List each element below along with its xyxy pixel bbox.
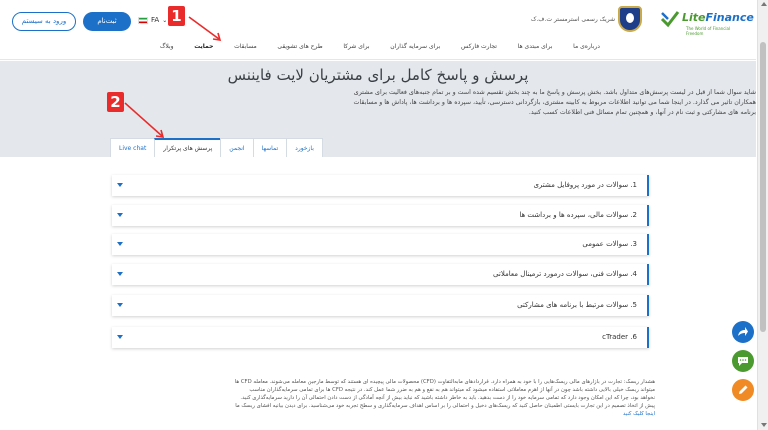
share-button[interactable]	[732, 321, 754, 343]
chat-button[interactable]	[732, 350, 754, 372]
nav-item-forex[interactable]: تجارت فارکس	[461, 43, 497, 50]
hero-description-line: شاید سوال شما از قبل در لیست پرسش‌های مت…	[353, 89, 756, 96]
faq-item[interactable]: 6. cTrader	[112, 327, 649, 348]
edit-button[interactable]	[732, 379, 754, 401]
annotation-arrow-2	[124, 102, 165, 138]
logo-wordmark: LiteFinance	[682, 11, 754, 24]
share-icon	[738, 327, 748, 336]
faq-item-label: 4. سوالات فنی، سوالات درمورد ترمینال معا…	[493, 270, 637, 278]
scroll-up-icon[interactable]	[761, 2, 767, 6]
risk-disclosure-link[interactable]: اینجا کلیک کنید	[110, 410, 655, 418]
club-crest-icon	[618, 6, 642, 32]
iran-flag-icon	[138, 16, 148, 24]
tab-feedback[interactable]: بازخورد	[286, 138, 323, 157]
chevron-down-icon	[117, 242, 123, 246]
nav-item-support[interactable]: حمایت	[194, 43, 213, 50]
hero-description: شاید سوال شما از قبل در لیست پرسش‌های مت…	[168, 88, 756, 118]
nav-item-partners[interactable]: برای شرکا	[343, 43, 369, 50]
scroll-thumb[interactable]	[760, 42, 766, 332]
tab-live-chat[interactable]: Live chat	[110, 138, 156, 157]
main-nav: درباره‌ی ما برای مبتدی ها تجارت فارکس بر…	[160, 43, 600, 50]
risk-warning-line: نخواهد بود، چرا که این امکان وجود دارد ک…	[240, 395, 655, 401]
risk-warning-line: میتواند ریسک خیلی بالایی داشته باشد چون …	[249, 387, 655, 393]
faq-item-label: 6. cTrader	[602, 333, 637, 341]
support-tabs: Live chat پرسش های پرتکرار انجمن تماسها …	[110, 138, 323, 157]
scroll-down-icon[interactable]	[761, 423, 767, 427]
annotation-arrow-1	[188, 16, 222, 41]
page-title: پرسش و پاسخ کامل برای مشتریان لایت فاینن…	[227, 66, 529, 84]
partner-text: شریک رسمی استرمستر ت.ف.ک	[531, 16, 616, 23]
site-header: ورود به سیستم ثبت‌نام FA ⌄ شریک رسمی است…	[0, 0, 756, 60]
hero-description-line: همکاران تاثیر می گذارد. در اینجا شما می …	[353, 99, 756, 106]
nav-item-contests[interactable]: مسابقات	[234, 43, 257, 50]
signin-button[interactable]: ورود به سیستم	[12, 12, 76, 31]
hero-description-line: برنامه های مشارکتی و ثبت نام در آنها، و …	[528, 109, 756, 116]
faq-item-label: 5. سوالات مرتبط با برنامه های مشارکتی	[517, 301, 637, 309]
faq-item[interactable]: 2. سوالات مالی، سپرده ها و برداشت ها	[112, 205, 649, 226]
logo-word-1: Lite	[682, 11, 706, 24]
faq-item[interactable]: 3. سوالات عمومی	[112, 234, 649, 255]
faq-item[interactable]: 4. سوالات فنی، سوالات درمورد ترمینال معا…	[112, 264, 649, 285]
faq-item[interactable]: 5. سوالات مرتبط با برنامه های مشارکتی	[112, 295, 649, 316]
page-scrollbar[interactable]	[757, 0, 768, 430]
nav-item-promotions[interactable]: طرح های تشویقی	[277, 43, 322, 50]
risk-warning-line: هشدار ریسک: تجارت در بازارهای مالی ریسک‌…	[234, 379, 655, 385]
chevron-down-icon: ⌄	[162, 16, 168, 24]
faq-item-label: 3. سوالات عمومی	[582, 240, 637, 248]
nav-item-about[interactable]: درباره‌ی ما	[573, 43, 600, 50]
risk-warning: هشدار ریسک: تجارت در بازارهای مالی ریسک‌…	[110, 378, 655, 418]
chevron-down-icon	[117, 183, 123, 187]
logo-tagline: The World of Financial Freedom	[686, 26, 731, 36]
tab-forum[interactable]: انجمن	[220, 138, 254, 157]
logo-mark-icon	[660, 11, 680, 28]
annotation-marker-1: 1	[168, 6, 185, 26]
nav-item-investors[interactable]: برای سرمایه گذاران	[390, 43, 440, 50]
register-button[interactable]: ثبت‌نام	[83, 12, 131, 31]
chevron-down-icon	[117, 335, 123, 339]
faq-item-label: 2. سوالات مالی، سپرده ها و برداشت ها	[519, 211, 637, 219]
faq-item-label: 1. سوالات در مورد پروفایل مشتری	[533, 181, 637, 189]
chevron-down-icon	[117, 213, 123, 217]
litefinance-logo[interactable]: LiteFinance The World of Financial Freed…	[660, 9, 754, 36]
chevron-down-icon	[117, 303, 123, 307]
nav-item-blog[interactable]: وبلاگ	[160, 43, 174, 50]
nav-item-beginners[interactable]: برای مبتدی ها	[518, 43, 553, 50]
tab-contacts[interactable]: تماسها	[252, 138, 288, 157]
chevron-down-icon	[117, 272, 123, 276]
language-label: FA	[151, 16, 160, 24]
chat-icon	[738, 357, 748, 366]
edit-icon	[739, 385, 748, 394]
language-selector[interactable]: FA ⌄	[138, 16, 167, 24]
logo-word-2: Finance	[705, 11, 754, 24]
risk-warning-line: پیش از اتخاذ تصمیم در این تجارت بایستی ا…	[235, 403, 655, 409]
tab-faq[interactable]: پرسش های پرتکرار	[154, 138, 222, 157]
faq-item[interactable]: 1. سوالات در مورد پروفایل مشتری	[112, 175, 649, 196]
